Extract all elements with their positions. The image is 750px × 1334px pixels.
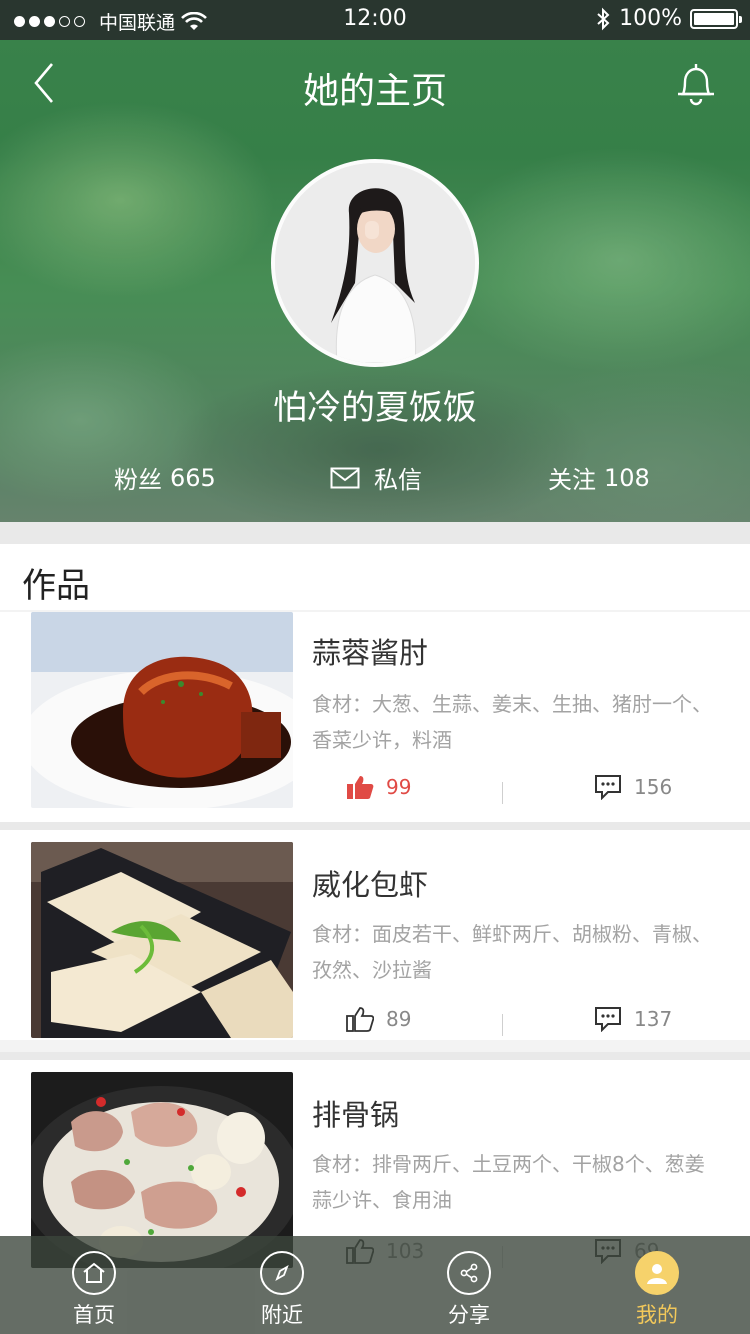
thumbs-up-icon (347, 776, 374, 799)
comment-button[interactable]: 137 (594, 1006, 672, 1032)
user-name: 怕冷的夏饭饭 (273, 388, 477, 428)
comment-count: 156 (634, 775, 673, 799)
notification-button[interactable] (674, 60, 718, 108)
user-icon (635, 1251, 679, 1295)
work-title[interactable]: 蒜蓉酱肘 (312, 630, 428, 672)
comment-button[interactable]: 156 (594, 774, 672, 800)
compass-icon (260, 1251, 304, 1295)
work-image[interactable] (31, 612, 293, 808)
battery-icon (690, 8, 742, 29)
tab-mine[interactable]: 我的 (597, 1236, 717, 1334)
private-message-button[interactable]: 私信 (330, 460, 422, 495)
page-title: 她的主页 (302, 71, 447, 112)
avatar-photo (275, 163, 475, 363)
comment-icon (595, 775, 621, 800)
section-title: 作品 (22, 566, 90, 606)
follow-count[interactable]: 关注 108 (548, 460, 650, 495)
work-title[interactable]: 排骨锅 (312, 1092, 399, 1134)
like-button[interactable]: 89 (346, 1006, 411, 1032)
work-card[interactable]: 威化包虾 食材：面皮若干、鲜虾两斤、胡椒粉、青椒、孜然、沙拉酱 89 137 (0, 830, 750, 1040)
profile-stats: 粉丝 665 私信 关注 108 (0, 460, 750, 500)
mail-icon (330, 467, 360, 488)
bell-icon (678, 64, 714, 106)
work-card[interactable]: 蒜蓉酱肘 食材：大葱、生蒜、姜末、生抽、猪肘一个、香菜少许，料酒 99 156 (0, 612, 750, 822)
home-icon (72, 1251, 116, 1295)
like-button[interactable]: 99 (346, 774, 411, 800)
status-bar: 中国联通 12:00 100% (0, 0, 750, 40)
work-card[interactable]: 排骨锅 食材：排骨两斤、土豆两个、干椒8个、葱姜蒜少许、食用油 103 69 (0, 1060, 750, 1268)
bluetooth-icon (597, 7, 610, 30)
work-image[interactable] (31, 842, 293, 1038)
fans-count[interactable]: 粉丝 665 (114, 460, 216, 495)
battery-percent: 100% (619, 6, 682, 31)
tab-home[interactable]: 首页 (34, 1236, 154, 1334)
profile-header: 中国联通 12:00 100% 她的主页 怕冷的夏饭饭 粉丝 665 私信 关注… (0, 0, 750, 522)
tab-nearby[interactable]: 附近 (222, 1236, 342, 1334)
tab-bar: 首页 附近 分享 我的 (0, 1236, 750, 1334)
avatar[interactable] (271, 159, 479, 367)
divider (0, 522, 750, 544)
comment-icon (595, 1007, 621, 1032)
like-count: 99 (386, 775, 412, 799)
comment-count: 137 (634, 1007, 673, 1031)
like-count: 89 (386, 1007, 412, 1031)
work-ingredients: 食材：大葱、生蒜、姜末、生抽、猪肘一个、香菜少许，料酒 (312, 692, 712, 752)
share-icon (447, 1251, 491, 1295)
work-ingredients: 食材：排骨两斤、土豆两个、干椒8个、葱姜蒜少许、食用油 (312, 1152, 705, 1212)
thumbs-up-icon (346, 1007, 374, 1032)
work-ingredients: 食材：面皮若干、鲜虾两斤、胡椒粉、青椒、孜然、沙拉酱 (312, 922, 712, 982)
work-title[interactable]: 威化包虾 (312, 862, 428, 904)
tab-share[interactable]: 分享 (409, 1236, 529, 1334)
